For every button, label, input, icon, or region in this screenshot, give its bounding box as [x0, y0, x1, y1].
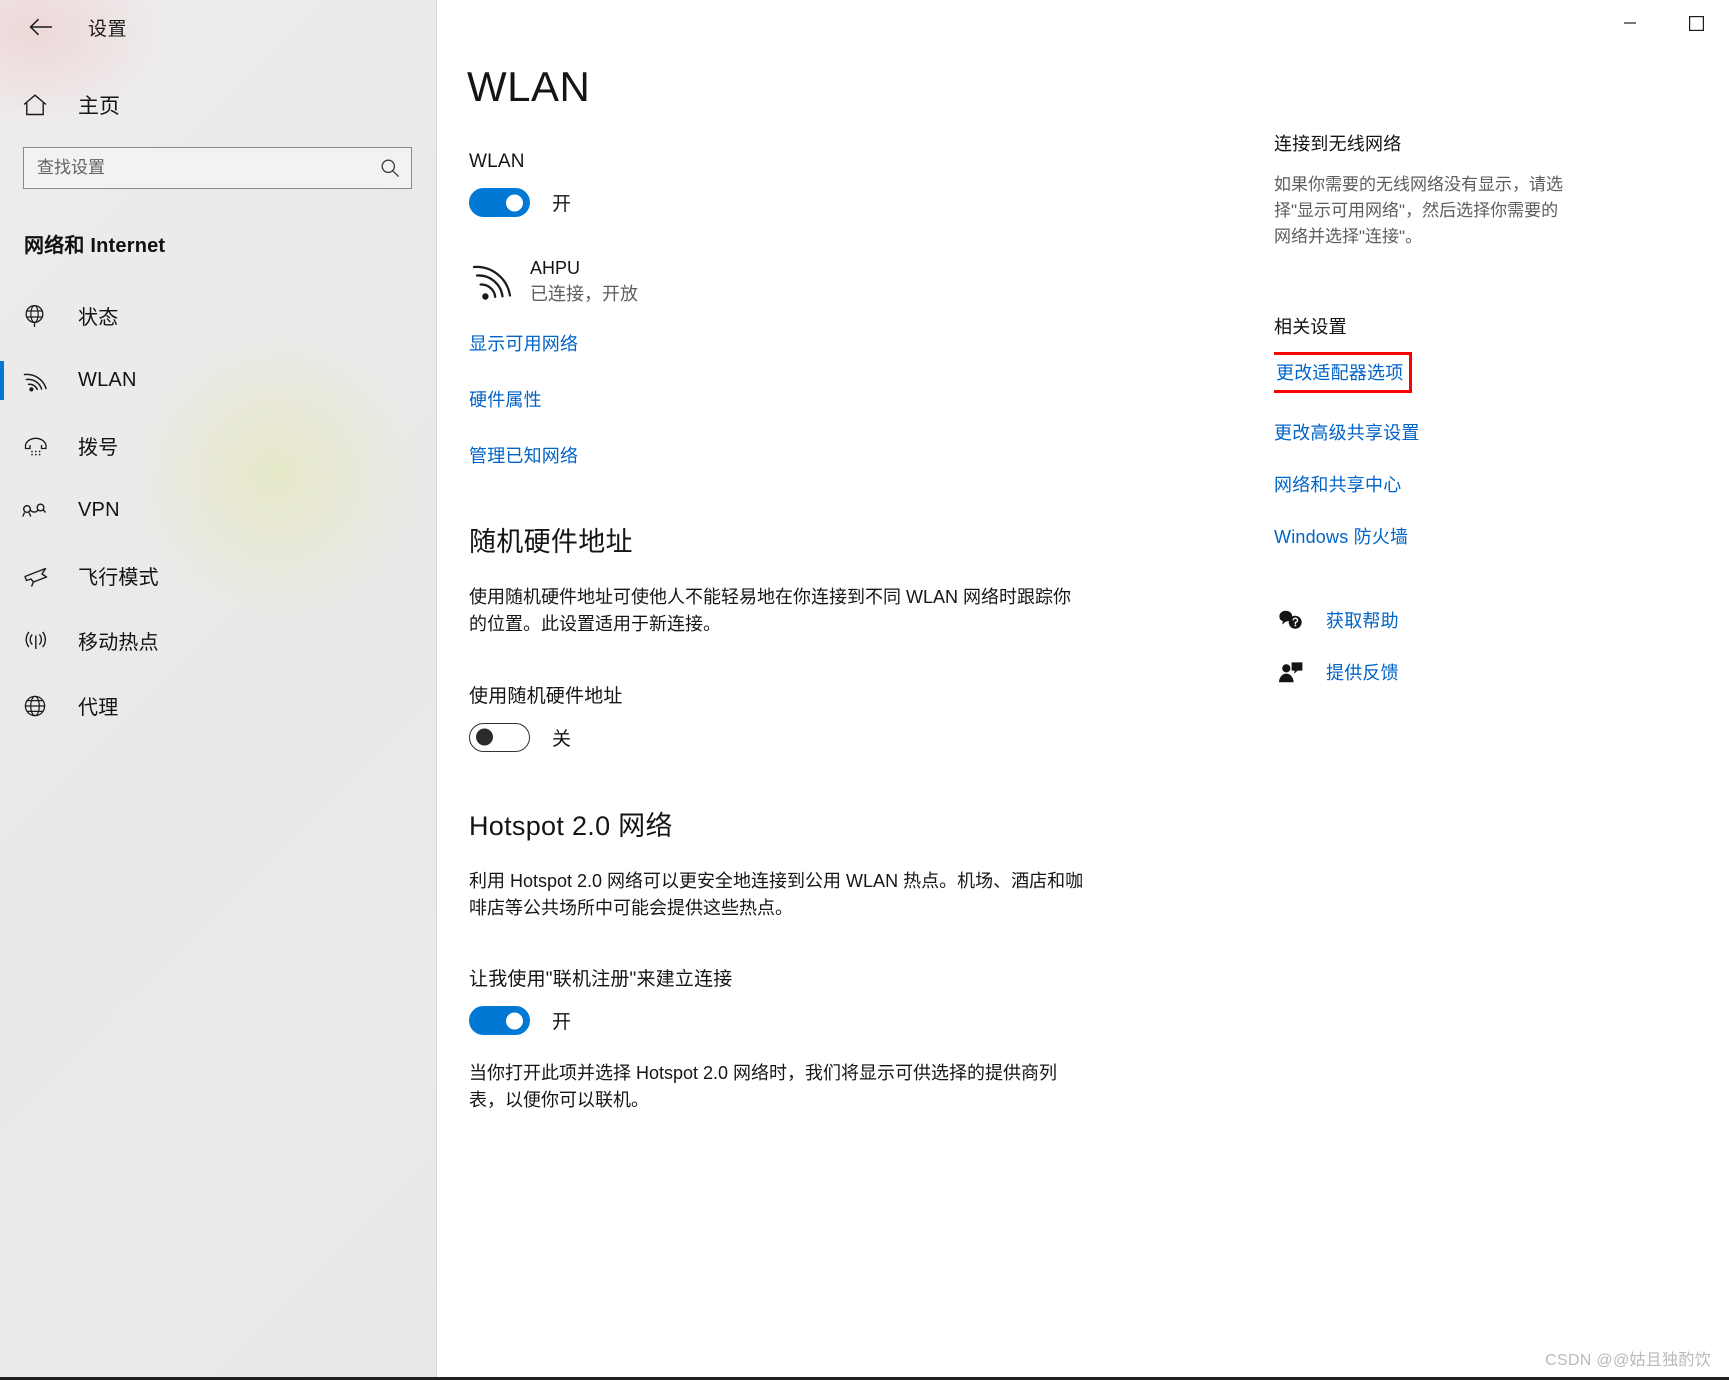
- random-hw-toggle-label: 使用随机硬件地址: [469, 685, 623, 707]
- sidebar-item-status[interactable]: 状态: [0, 283, 436, 348]
- sidebar-item-label: VPN: [78, 499, 120, 521]
- search-box[interactable]: [23, 147, 412, 189]
- change-advanced-sharing-link[interactable]: 更改高级共享设置: [1274, 419, 1420, 445]
- hotspot-heading: Hotspot 2.0 网络: [469, 810, 673, 841]
- minimize-button[interactable]: [1597, 0, 1663, 46]
- wifi-signal-icon: [469, 262, 519, 300]
- help-block: 获取帮助 提供反馈: [1274, 607, 1604, 685]
- hotspot-footnote: 当你打开此项并选择 Hotspot 2.0 网络时，我们将显示可供选择的提供商列…: [469, 1063, 1058, 1111]
- globe-status-icon: [22, 303, 52, 329]
- connect-desc-line: 择"显示可用网络"，然后选择你需要的: [1274, 201, 1559, 220]
- network-status: 已连接，开放: [530, 284, 638, 305]
- sidebar-item-label: 飞行模式: [78, 567, 159, 589]
- connect-wireless-heading: 连接到无线网络: [1274, 134, 1402, 154]
- hotspot-toggle-state: 开: [552, 1012, 572, 1034]
- hardware-properties-link[interactable]: 硬件属性: [469, 386, 1167, 412]
- vpn-icon: [22, 500, 52, 522]
- sidebar-item-label: WLAN: [78, 369, 137, 391]
- random-hw-toggle[interactable]: [469, 722, 530, 752]
- wlan-toggle-state: 开: [552, 194, 572, 215]
- connect-desc-line: 如果你需要的无线网络没有显示，请选: [1274, 175, 1563, 194]
- help-question-bubble-icon: [1274, 608, 1308, 632]
- sidebar-item-label: 拨号: [78, 437, 119, 459]
- related-settings-heading: 相关设置: [1274, 317, 1347, 337]
- window-title-row: 设置: [0, 4, 436, 50]
- random-hw-toggle-row: 关: [469, 722, 1167, 752]
- sidebar-item-dialup[interactable]: 拨号: [0, 413, 436, 478]
- sidebar-item-wlan[interactable]: WLAN: [0, 348, 436, 413]
- right-rail: 连接到无线网络 如果你需要的无线网络没有显示，请选 择"显示可用网络"，然后选择…: [1274, 130, 1604, 685]
- show-available-networks-link[interactable]: 显示可用网络: [469, 330, 1167, 356]
- random-hw-description: 使用随机硬件地址可使他人不能轻易地在你连接到不同 WLAN 网络时跟踪你的位置。…: [469, 587, 1072, 634]
- windows-firewall-link[interactable]: Windows 防火墙: [1274, 523, 1408, 549]
- give-feedback-item[interactable]: 提供反馈: [1274, 659, 1604, 685]
- network-sharing-center-link[interactable]: 网络和共享中心: [1274, 471, 1401, 497]
- connect-desc-line: 网络并选择"连接"。: [1274, 227, 1423, 246]
- sidebar-item-vpn[interactable]: VPN: [0, 478, 436, 543]
- wlan-toggle-row: 开: [469, 188, 1167, 217]
- airplane-icon: [22, 563, 52, 589]
- maximize-button[interactable]: [1663, 0, 1729, 46]
- search-icon[interactable]: [369, 148, 411, 188]
- wifi-icon: [22, 369, 52, 393]
- get-help-item[interactable]: 获取帮助: [1274, 607, 1604, 633]
- settings-column: WLAN 开 AHPU 已连接，开放 显示可用网络 硬件属性 管理已知网络 随机…: [467, 151, 1167, 1114]
- hotspot-description: 利用 Hotspot 2.0 网络可以更安全地连接到公用 WLAN 热点。机场、…: [469, 870, 1084, 918]
- window-controls: [1597, 0, 1729, 46]
- connect-wireless-description: 如果你需要的无线网络没有显示，请选 择"显示可用网络"，然后选择你需要的 网络并…: [1274, 172, 1574, 250]
- feedback-person-icon: [1274, 660, 1308, 684]
- page-title: WLAN: [467, 63, 591, 110]
- change-adapter-options-link[interactable]: 更改适配器选项: [1276, 359, 1403, 385]
- hotspot-toggle[interactable]: [469, 1006, 530, 1036]
- back-button[interactable]: [19, 7, 63, 47]
- sidebar-nav-list: 状态 WLAN 拨号 VPN 飞行模式 移动热点 代理: [0, 283, 436, 738]
- settings-window: 设置 主页 网: [0, 0, 1729, 1380]
- sidebar-home-label: 主页: [78, 95, 120, 118]
- network-name: AHPU: [530, 258, 581, 278]
- connected-network[interactable]: AHPU 已连接，开放: [469, 255, 1167, 307]
- watermark: CSDN @@姑且独酌饮: [1545, 1352, 1711, 1369]
- get-help-label: 获取帮助: [1326, 611, 1399, 631]
- minimize-icon: [1624, 22, 1636, 24]
- app-title: 设置: [88, 18, 128, 40]
- sidebar-item-mobile-hotspot[interactable]: 移动热点: [0, 608, 436, 673]
- sidebar-item-proxy[interactable]: 代理: [0, 673, 436, 738]
- random-hw-heading: 随机硬件地址: [469, 527, 633, 558]
- wlan-toggle[interactable]: [469, 188, 530, 217]
- random-hw-toggle-state: 关: [552, 728, 572, 750]
- network-texts: AHPU 已连接，开放: [530, 255, 638, 307]
- manage-known-networks-link[interactable]: 管理已知网络: [469, 442, 1167, 468]
- sidebar-item-home[interactable]: 主页: [0, 83, 436, 127]
- sidebar-item-label: 移动热点: [78, 632, 159, 654]
- give-feedback-label: 提供反馈: [1326, 663, 1399, 683]
- sidebar-item-label: 状态: [78, 307, 119, 329]
- sidebar: 设置 主页 网: [0, 0, 437, 1380]
- main-content: WLAN WLAN 开 AHPU 已连接，开放 显示可用网络 硬件属性 管理已知…: [437, 0, 1729, 1380]
- maximize-icon: [1688, 15, 1704, 31]
- sidebar-item-label: 代理: [78, 697, 119, 719]
- highlight-annotation: 更改适配器选项: [1274, 352, 1413, 393]
- proxy-globe-icon: [22, 693, 52, 719]
- hotspot-toggle-row: 开: [469, 1006, 1167, 1036]
- hotspot-toggle-label: 让我使用"联机注册"来建立连接: [469, 969, 733, 991]
- hotspot-icon: [22, 629, 52, 653]
- dialup-phone-icon: [22, 434, 52, 458]
- sidebar-category-title: 网络和 Internet: [24, 235, 166, 257]
- wlan-toggle-label: WLAN: [469, 151, 525, 172]
- back-arrow-icon: [29, 18, 52, 36]
- search-input[interactable]: [24, 148, 369, 188]
- sidebar-item-airplane-mode[interactable]: 飞行模式: [0, 543, 436, 608]
- home-icon: [22, 93, 52, 117]
